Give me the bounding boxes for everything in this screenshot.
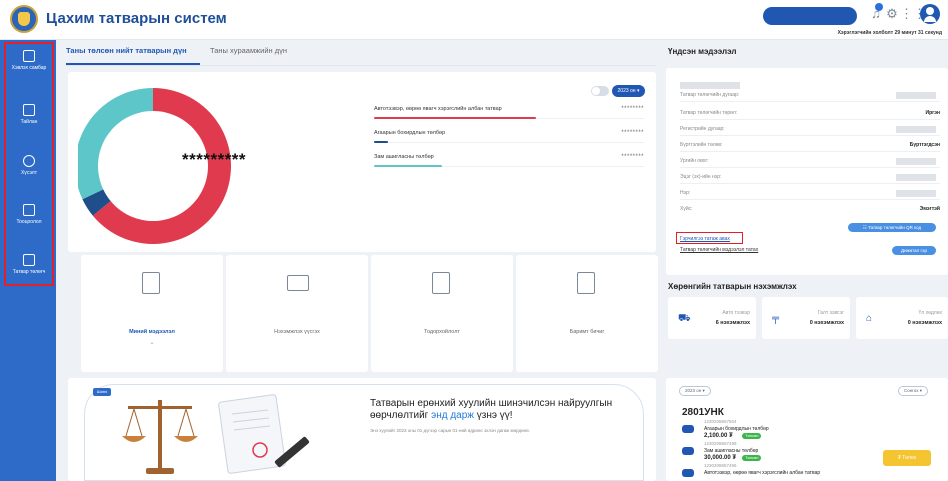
quick-action-documents[interactable]: Баримт бичиг: [516, 255, 658, 372]
status-badge: Төлсөн: [742, 455, 762, 461]
house-icon: ⌂: [866, 313, 873, 324]
tab-fees[interactable]: Таны хураамжийн дүн: [210, 46, 287, 55]
payment-item[interactable]: 1230208657499 Зам ашигласны төлбөр 30,00…: [682, 441, 852, 463]
tax-name: Автотээвэр, өөрөө явагч хэрэгслийн албан…: [374, 106, 502, 112]
tax-progress-bar: [374, 141, 388, 143]
banner-subtitle: Энэ хуулийг 2023 оны 01 дүгээр сарын 01-…: [370, 428, 530, 433]
chat-icon: [23, 155, 35, 167]
emblem-icon: [18, 12, 30, 26]
hidden-total-amount: *********: [182, 150, 247, 169]
pay-button[interactable]: ₮ Төлөх: [883, 450, 931, 466]
qr-code-button[interactable]: ☷ Татвар төлөгчийн QR код: [848, 223, 936, 232]
car-icon: [682, 425, 694, 433]
quick-action-certificate[interactable]: Тодорхойлолт: [371, 255, 513, 372]
quick-action-label: Баримт бичиг: [569, 329, 605, 335]
settings-icon[interactable]: ⚙: [884, 6, 900, 22]
sidebar-item-requests[interactable]: Хүсэлт: [4, 155, 54, 195]
quick-action-label: Тодорхойлолт: [424, 329, 460, 335]
tax-progress-bar: [374, 117, 536, 119]
property-section-title: Хөрөнгийн татварын нэхэмжлэх: [668, 282, 797, 291]
report-icon: [23, 104, 35, 116]
digital-home-button[interactable]: Дижитал гэр: [892, 246, 936, 255]
car-icon: [682, 447, 694, 455]
property-card-realestate[interactable]: ⌂ Үл хөдлөх 0 нэхэмжлэх: [856, 297, 948, 339]
scales-illustration-icon: [122, 394, 310, 474]
document-icon: [142, 272, 160, 294]
quick-action-label: Нэхэмжлэх үүсгэх: [274, 329, 320, 335]
sidebar-item-taxpayer[interactable]: Татвар төлөгч: [4, 254, 54, 294]
session-timer: Хэрэглэгчийн холболт 29 минут 31 секунд: [837, 30, 942, 36]
avatar[interactable]: [920, 4, 940, 24]
taxpayer-info-link[interactable]: Татвар төлөгчийн мэдээлэл татах: [680, 247, 758, 253]
property-card-firearm[interactable]: ╤ Галт зэвсэг 0 нэхэмжлэх: [762, 297, 850, 339]
info-row: Бүртгэлийн төлөв: Бүртгэгдсэн: [680, 140, 940, 152]
sidebar-item-calculations[interactable]: Тооцоолол: [4, 204, 54, 244]
tax-name: Агаарын бохирдлын төлбөр: [374, 130, 446, 136]
search-pill[interactable]: [763, 7, 857, 25]
name-placeholder: [680, 82, 740, 89]
year-filter[interactable]: 2023 он ▾: [679, 386, 711, 396]
redacted-value: [896, 190, 936, 197]
download-link-highlight: [676, 232, 743, 244]
tax-amount: ********: [621, 154, 644, 160]
donut-segment-2[interactable]: [78, 88, 153, 200]
tabs-divider: [66, 65, 656, 66]
gun-icon: ╤: [772, 313, 780, 324]
vehicle-plate: 2801УНК: [682, 407, 724, 418]
payment-item[interactable]: 1230208657496 Автотээвэр, өөрөө явагч хэ…: [682, 463, 852, 481]
taxpayer-icon: [23, 254, 35, 266]
car-icon: ⛟: [678, 313, 691, 324]
redacted-value: [896, 92, 936, 99]
info-row: Хүйс: Эмэгтэй: [680, 206, 940, 212]
redacted-value: [896, 126, 936, 133]
notification-dot: [875, 3, 883, 11]
new-badge: Шинэ: [93, 388, 111, 396]
chevron-down-icon: ⌄: [149, 340, 155, 346]
car-icon: [682, 469, 694, 477]
info-section-title: Үндсэн мэдээлэл: [668, 47, 737, 56]
property-card-auto[interactable]: ⛟ Авто тээвэр 6 нэхэмжлэх: [668, 297, 756, 339]
tab-total-tax[interactable]: Таны төлсөн нийт татварын дүн: [66, 46, 187, 55]
tax-amount: ********: [621, 130, 644, 136]
grid-icon[interactable]: ⋮⋮: [900, 6, 926, 22]
redacted-value: [896, 158, 936, 165]
quick-action-invoice[interactable]: Нэхэмжлэх үүсгэх: [226, 255, 368, 372]
qr-icon: [432, 272, 450, 294]
file-icon: [577, 272, 595, 294]
banner-title: Татварын ерөнхий хуулийн шинэчилсэн найр…: [370, 398, 613, 421]
card-icon: [287, 275, 309, 291]
quick-action-label: Миний мэдээлэл: [129, 329, 175, 335]
calculator-icon: [23, 204, 35, 216]
redacted-value: [896, 174, 936, 181]
status-badge: Төлсөн: [742, 433, 762, 439]
top-header: Цахим татварын систем ♫ ⚙ ⋮⋮ Хэрэглэгчий…: [0, 0, 948, 40]
tax-name: Зам ашигласны төлбөр: [374, 154, 434, 160]
payment-item[interactable]: 1230208657504 Агаарын бохирдлын төлбөр 2…: [682, 419, 852, 441]
app-title: Цахим татварын систем: [46, 10, 227, 27]
tax-amount: ********: [621, 106, 644, 112]
tax-track: [374, 142, 644, 143]
info-row: Татвар төлөгчийн төрөл: Иргэн: [680, 108, 940, 120]
visibility-toggle[interactable]: [591, 86, 609, 96]
logo[interactable]: [10, 5, 38, 33]
sidebar-item-dashboard[interactable]: Хэвлэх самбар: [4, 50, 54, 90]
quick-action-my-info[interactable]: Миний мэдээлэл ⌄: [81, 255, 223, 372]
active-tab-indicator: [66, 63, 200, 65]
banner-link[interactable]: энд дарж: [431, 410, 474, 421]
sort-filter[interactable]: Сонгох ▾: [898, 386, 928, 396]
tax-progress-bar: [374, 165, 442, 167]
dashboard-icon: [23, 50, 35, 62]
year-select[interactable]: 2023 он ▾: [612, 85, 645, 97]
sidebar-item-reports[interactable]: Тайлан: [4, 104, 54, 144]
